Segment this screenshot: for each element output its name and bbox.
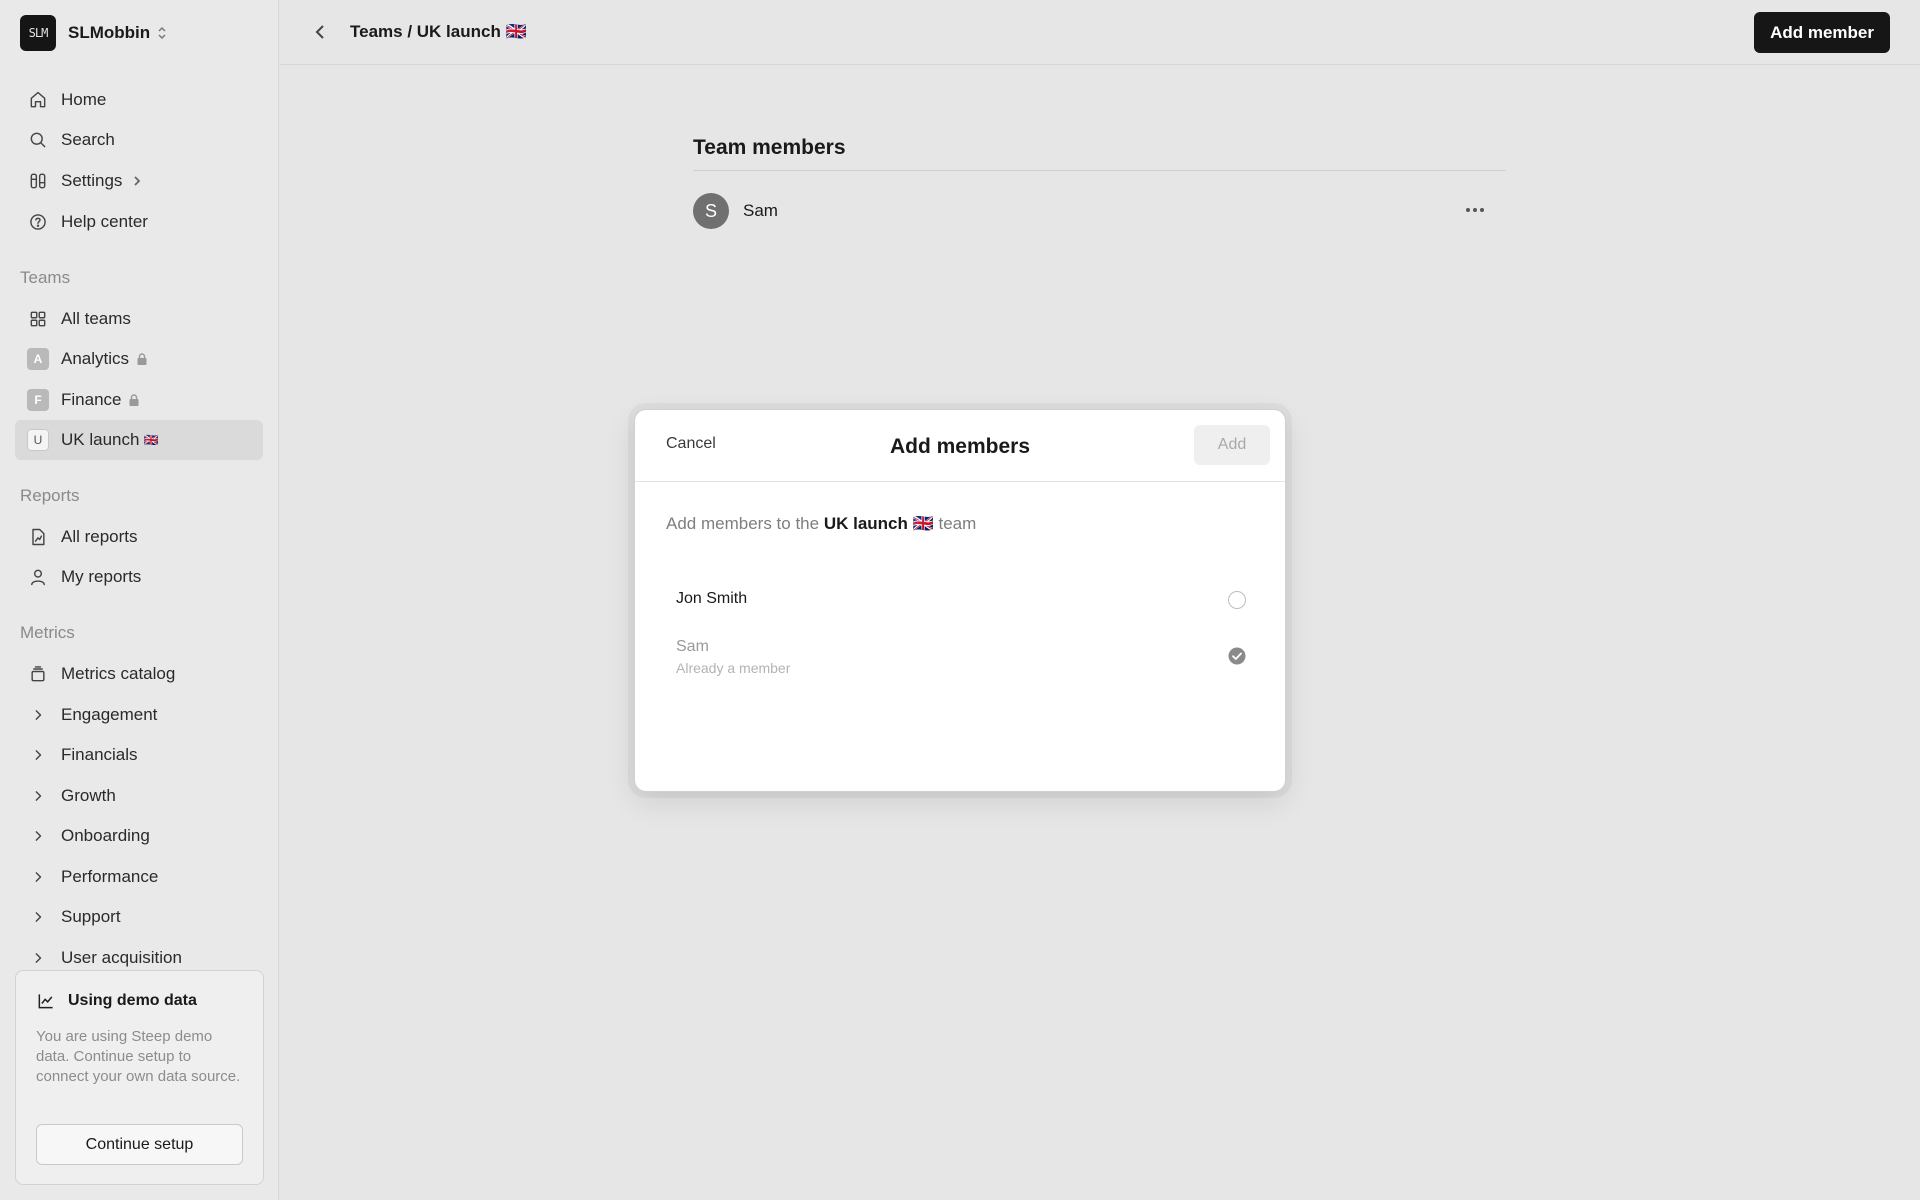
chevron-right-icon <box>35 710 42 720</box>
team-label: UK launch <box>61 430 140 449</box>
team-label: Analytics <box>61 349 130 368</box>
nav-all-reports[interactable]: All reports <box>15 517 263 557</box>
metrics-group-label: User acquisition <box>61 948 182 967</box>
metrics-group-performance[interactable]: Performance <box>15 857 263 897</box>
nav-metrics-catalog-label: Metrics catalog <box>61 664 176 683</box>
metrics-group-label: Performance <box>61 867 159 886</box>
workspace-name: SLMobbin <box>68 23 151 42</box>
workspace-logo: SLM <box>20 15 56 51</box>
team-name: UK launch 🇬🇧 <box>823 514 934 533</box>
team-item-uk-launch[interactable]: U UK launch 🇬🇧 <box>15 420 263 460</box>
grid-icon <box>30 311 46 327</box>
report-icon <box>32 528 45 546</box>
team-members-title: Team members <box>693 136 846 159</box>
option-name: Jon Smith <box>676 590 748 607</box>
metrics-group-growth[interactable]: Growth <box>15 776 263 816</box>
nav-my-reports-label: My reports <box>61 567 142 586</box>
back-arrow-icon[interactable] <box>310 21 332 43</box>
member-row: S Sam <box>693 193 1506 229</box>
team-label: Finance <box>61 390 122 409</box>
option-subtitle: Already a member <box>676 660 791 676</box>
divider <box>635 481 1285 482</box>
metrics-group-label: Onboarding <box>61 826 150 845</box>
team-avatar: A <box>27 348 49 370</box>
metrics-group-onboarding[interactable]: Onboarding <box>15 816 263 856</box>
demo-data-text: You are using Steep demo data. Continue … <box>36 1028 241 1085</box>
teams-section-title: Teams <box>20 268 71 287</box>
team-item-finance[interactable]: F Finance <box>15 380 263 420</box>
nav-all-teams[interactable]: All teams <box>15 299 263 339</box>
chevron-right-icon <box>35 791 42 801</box>
workspace-switcher[interactable]: SLM SLMobbin <box>20 15 168 51</box>
desc-suffix: team <box>938 514 977 533</box>
chevron-right-icon <box>35 872 42 882</box>
demo-data-title: Using demo data <box>68 992 197 1009</box>
team-item-analytics[interactable]: A Analytics <box>15 339 263 379</box>
chevron-right-icon <box>35 912 42 922</box>
chevron-right-icon <box>35 831 42 841</box>
avatar: S <box>693 193 729 229</box>
home-icon <box>30 91 46 108</box>
line-chart-icon <box>38 994 53 1009</box>
member-option-jon-smith[interactable]: Jon Smith <box>676 590 1246 609</box>
chevron-right-icon <box>35 750 42 760</box>
add-member-button[interactable]: Add member <box>1754 12 1890 53</box>
nav-settings-label: Settings <box>61 171 123 190</box>
chevron-right-icon <box>35 953 42 963</box>
breadcrumb: Teams / UK launch 🇬🇧 <box>350 22 527 41</box>
search-icon <box>30 132 46 148</box>
more-options-icon[interactable] <box>1464 205 1486 215</box>
sidebar: SLM SLMobbin Home Search Settings Help c… <box>0 0 279 1200</box>
reports-section-title: Reports <box>20 486 80 505</box>
metrics-group-engagement[interactable]: Engagement <box>15 695 263 735</box>
dialog-title: Add members <box>889 435 1031 458</box>
nav-search-label: Search <box>61 130 115 149</box>
metrics-group-support[interactable]: Support <box>15 897 263 937</box>
metrics-group-label: Financials <box>61 745 138 764</box>
nav-home-label: Home <box>61 90 107 109</box>
continue-setup-button[interactable]: Continue setup <box>36 1124 243 1165</box>
member-option-sam: Sam Already a member <box>676 638 1246 676</box>
settings-icon <box>30 173 46 189</box>
nav-help-label: Help center <box>61 212 148 231</box>
uk-flag-icon: 🇬🇧 <box>143 433 159 447</box>
team-avatar: F <box>27 389 49 411</box>
add-button[interactable]: Add <box>1194 425 1270 465</box>
nav-all-reports-label: All reports <box>61 527 138 546</box>
nav-settings[interactable]: Settings <box>15 161 263 201</box>
metrics-group-financials[interactable]: Financials <box>15 735 263 775</box>
nav-my-reports[interactable]: My reports <box>15 557 263 597</box>
lock-icon <box>137 353 147 365</box>
member-name: Sam <box>743 201 778 220</box>
nav-home[interactable]: Home <box>15 80 263 120</box>
nav-search[interactable]: Search <box>15 120 263 160</box>
divider <box>693 170 1506 171</box>
user-icon <box>31 569 45 586</box>
nav-help-center[interactable]: Help center <box>15 202 263 242</box>
desc-prefix: Add members to the <box>666 514 820 533</box>
metrics-group-label: Engagement <box>61 705 158 724</box>
help-icon <box>30 214 46 230</box>
nav-metrics-catalog[interactable]: Metrics catalog <box>15 654 263 694</box>
demo-data-heading: Using demo data <box>36 991 197 1011</box>
option-name: Sam <box>676 638 709 655</box>
catalog-icon <box>31 666 45 682</box>
top-bar: Teams / UK launch 🇬🇧 Add member <box>280 0 1920 65</box>
nav-all-teams-label: All teams <box>61 309 131 328</box>
chevron-up-down-icon <box>158 26 166 40</box>
checked-circle-icon <box>1228 647 1246 665</box>
cancel-button[interactable]: Cancel <box>666 435 716 453</box>
metrics-group-label: Growth <box>61 786 116 805</box>
radio-button[interactable] <box>1228 591 1246 609</box>
add-members-dialog: Cancel Add members Add Add members to th… <box>634 409 1286 792</box>
chevron-right-icon <box>134 176 141 186</box>
metrics-section-title: Metrics <box>20 623 75 642</box>
lock-icon <box>129 394 139 406</box>
metrics-group-label: Support <box>61 907 121 926</box>
demo-data-card: Using demo data You are using Steep demo… <box>15 970 264 1185</box>
dialog-description: Add members to the UK launch 🇬🇧 team <box>666 514 976 534</box>
team-avatar: U <box>27 429 49 451</box>
